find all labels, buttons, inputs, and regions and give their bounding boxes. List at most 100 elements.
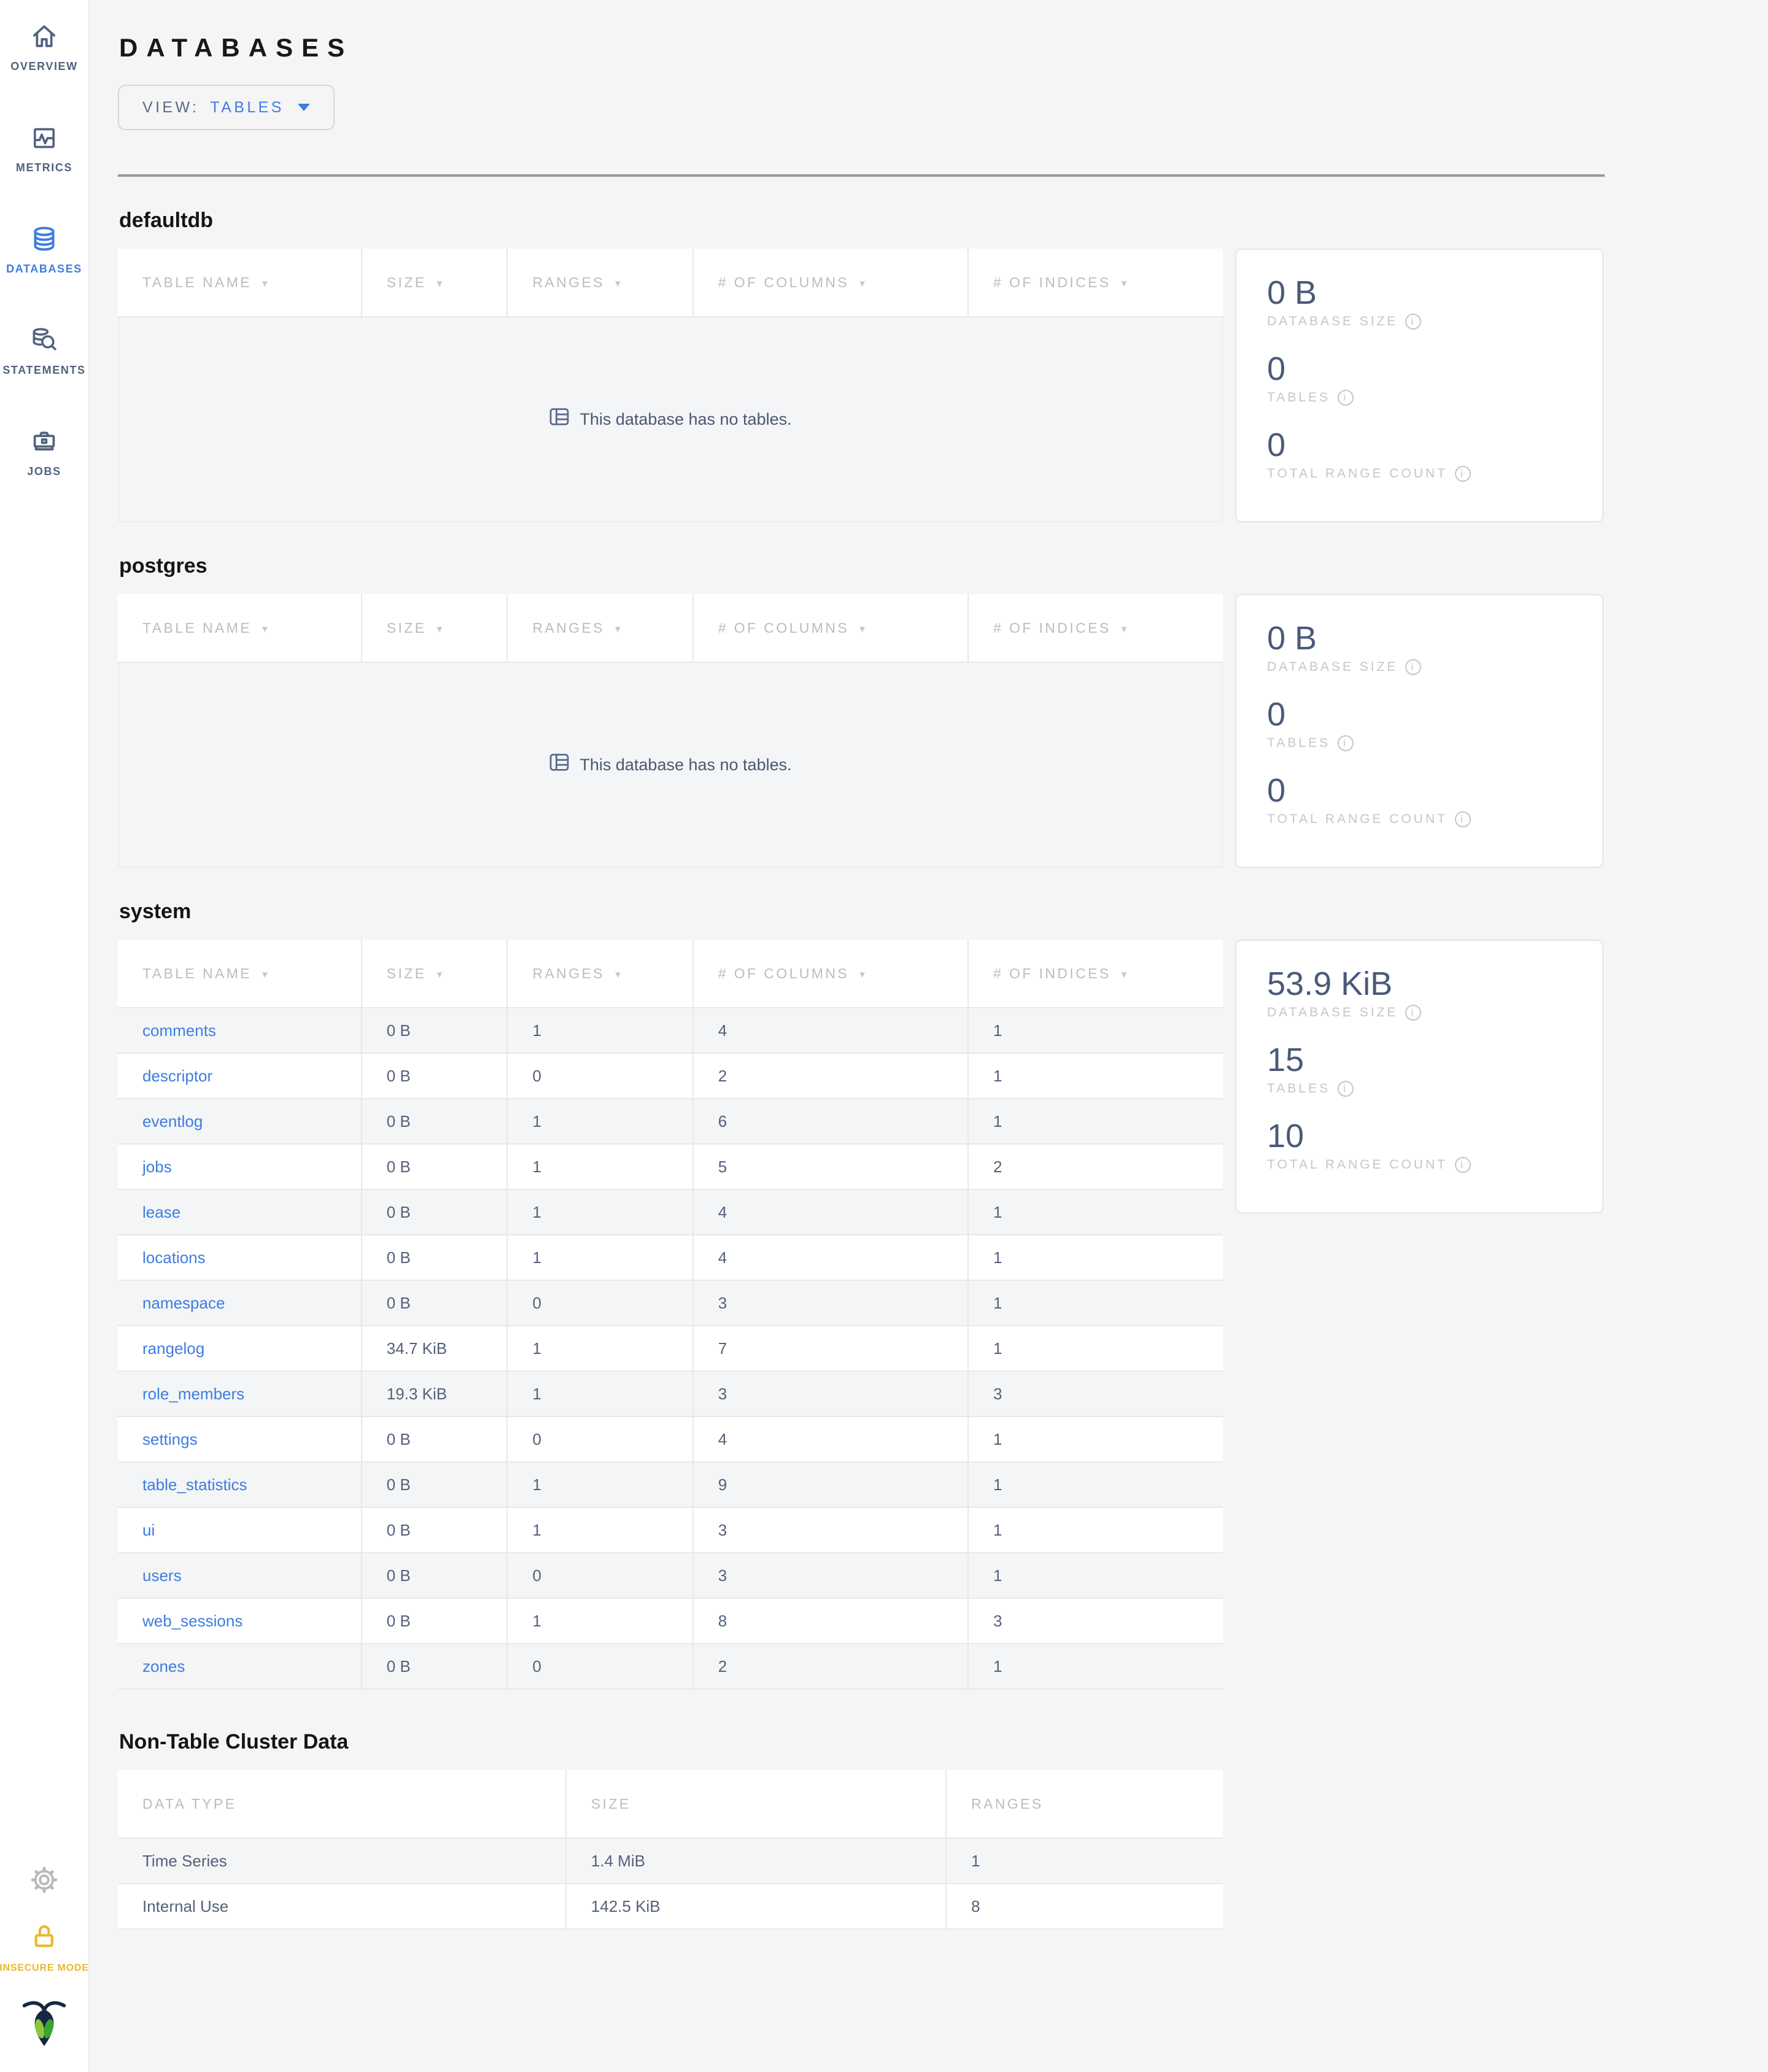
stat-block: 0 B DATABASE SIZE i bbox=[1267, 620, 1602, 675]
column-header-table-name[interactable]: TABLE NAME ▼ bbox=[118, 594, 362, 662]
data-type-cell: Time Series bbox=[118, 1839, 567, 1883]
table-cell: 8 bbox=[971, 1896, 980, 1915]
column-header-label: SIZE bbox=[386, 274, 427, 290]
table-name-link[interactable]: descriptor bbox=[118, 1054, 362, 1098]
view-dropdown-value: TABLES bbox=[210, 98, 284, 116]
table-cell: 3 bbox=[993, 1384, 1002, 1403]
stat-label: TOTAL RANGE COUNT i bbox=[1267, 466, 1602, 482]
database-table: TABLE NAME ▼ SIZE ▼ RANGES ▼ # OF COLUMNS ▼ # OF… bbox=[118, 940, 1223, 1690]
info-icon[interactable]: i bbox=[1337, 1081, 1354, 1097]
column-header-label: RANGES bbox=[971, 1795, 1044, 1812]
table-cell: 1 bbox=[993, 1566, 1002, 1585]
sidebar: OVERVIEW METRICS DATABASES STATEMENTS JO… bbox=[0, 0, 90, 2072]
sidebar-item-jobs[interactable]: JOBS bbox=[27, 425, 61, 478]
info-icon[interactable]: i bbox=[1454, 811, 1471, 827]
table-name-link[interactable]: locations bbox=[118, 1235, 362, 1280]
column-header-label: SIZE bbox=[386, 965, 427, 981]
column-header--of-columns[interactable]: # OF COLUMNS ▼ bbox=[694, 249, 969, 316]
sidebar-item-metrics[interactable]: METRICS bbox=[16, 121, 72, 174]
table-name-link[interactable]: eventlog bbox=[118, 1099, 362, 1143]
non-table-cluster-data-section: Non-Table Cluster Data DATA TYPE SIZE RANG… bbox=[118, 1730, 1603, 1930]
table-name-link[interactable]: web_sessions bbox=[118, 1599, 362, 1643]
column-header-ranges[interactable]: RANGES ▼ bbox=[508, 249, 694, 316]
stat-label-text: TABLES bbox=[1267, 390, 1330, 404]
settings-gear-icon[interactable] bbox=[30, 1866, 58, 1899]
table-name-link[interactable]: ui bbox=[118, 1508, 362, 1552]
table-row: namespace 0 B03 1 bbox=[118, 1281, 1223, 1326]
sort-arrow-icon: ▼ bbox=[1119, 969, 1131, 980]
table-cell: 3 bbox=[993, 1611, 1002, 1630]
table-name-link[interactable]: zones bbox=[118, 1644, 362, 1688]
table-grid-icon bbox=[549, 406, 570, 432]
table-body: comments 0 B 1 4 1 descriptor 0 B 0 2 1 eventlog 0 … bbox=[118, 1008, 1223, 1690]
column-header-table-name[interactable]: TABLE NAME ▼ bbox=[118, 940, 362, 1007]
info-icon[interactable]: i bbox=[1405, 314, 1422, 330]
table-cell: 1 bbox=[993, 1520, 1002, 1539]
table-name-link[interactable]: lease bbox=[118, 1190, 362, 1234]
column-header-ranges[interactable]: RANGES ▼ bbox=[508, 940, 694, 1007]
info-icon[interactable]: i bbox=[1337, 735, 1354, 751]
table-row: zones 0 B02 1 bbox=[118, 1644, 1223, 1690]
table-cell: 0 B bbox=[362, 1644, 508, 1688]
column-header--of-columns[interactable]: # OF COLUMNS ▼ bbox=[694, 940, 969, 1007]
table-row: locations 0 B141 bbox=[118, 1235, 1223, 1281]
column-header-size[interactable]: SIZE ▼ bbox=[362, 594, 508, 662]
sort-arrow-icon: ▼ bbox=[435, 969, 446, 980]
view-dropdown[interactable]: VIEW: TABLES bbox=[118, 85, 335, 130]
column-header--of-indices[interactable]: # OF INDICES ▼ bbox=[969, 940, 1223, 1007]
table-cell: 1 bbox=[993, 1656, 1002, 1676]
column-header--of-indices[interactable]: # OF INDICES ▼ bbox=[969, 594, 1223, 662]
table-cell: 0 B bbox=[362, 1145, 508, 1189]
table-name-link[interactable]: jobs bbox=[118, 1145, 362, 1189]
stat-label: DATABASE SIZE i bbox=[1267, 314, 1602, 330]
stat-label-text: DATABASE SIZE bbox=[1267, 1005, 1398, 1019]
column-header-label: RANGES bbox=[532, 274, 605, 290]
column-header-ranges[interactable]: RANGES ▼ bbox=[508, 594, 694, 662]
info-icon[interactable]: i bbox=[1454, 466, 1471, 482]
stat-label: TABLES i bbox=[1267, 390, 1602, 406]
table-cell: 6 bbox=[694, 1099, 969, 1143]
table-cell: 1 bbox=[971, 1851, 980, 1870]
insecure-mode-badge[interactable]: INSECURE MODE bbox=[0, 1921, 89, 1974]
home-icon bbox=[29, 20, 60, 52]
column-header-table-name[interactable]: TABLE NAME ▼ bbox=[118, 249, 362, 316]
info-icon[interactable]: i bbox=[1405, 659, 1422, 675]
sidebar-item-databases[interactable]: DATABASES bbox=[6, 222, 82, 276]
column-header-data-type[interactable]: DATA TYPE bbox=[118, 1770, 567, 1838]
sidebar-item-overview[interactable]: OVERVIEW bbox=[10, 20, 78, 73]
column-header-label: DATA TYPE bbox=[142, 1795, 237, 1812]
column-header-ranges[interactable]: RANGES bbox=[947, 1770, 1223, 1838]
table-cell: 3 bbox=[694, 1372, 969, 1416]
table-name-link[interactable]: rangelog bbox=[118, 1326, 362, 1370]
table-cell: 4 bbox=[694, 1008, 969, 1053]
table-cell: 4 bbox=[694, 1235, 969, 1280]
table-row: ui 0 B131 bbox=[118, 1508, 1223, 1553]
table-name-link[interactable]: settings bbox=[118, 1417, 362, 1461]
empty-table-body: This database has no tables. bbox=[118, 663, 1223, 868]
column-header-label: TABLE NAME bbox=[142, 619, 252, 636]
column-header--of-columns[interactable]: # OF COLUMNS ▼ bbox=[694, 594, 969, 662]
column-header-size[interactable]: SIZE bbox=[567, 1770, 947, 1838]
table-name-link[interactable]: role_members bbox=[118, 1372, 362, 1416]
info-icon[interactable]: i bbox=[1405, 1005, 1422, 1021]
table-cell: 1 bbox=[993, 1248, 1002, 1267]
table-cell: 2 bbox=[694, 1644, 969, 1688]
info-icon[interactable]: i bbox=[1337, 390, 1354, 406]
column-header-size[interactable]: SIZE ▼ bbox=[362, 940, 508, 1007]
table-cell: 0 bbox=[508, 1644, 694, 1688]
database-sections: defaultdb TABLE NAME ▼ SIZE ▼ RANGES ▼ # OF COL… bbox=[118, 209, 1768, 1690]
table-cell: 5 bbox=[694, 1145, 969, 1189]
table-cell: 0 bbox=[508, 1553, 694, 1598]
table-cell: 3 bbox=[694, 1553, 969, 1598]
column-header--of-indices[interactable]: # OF INDICES ▼ bbox=[969, 249, 1223, 316]
table-name-link[interactable]: table_statistics bbox=[118, 1463, 362, 1507]
stat-label-text: TOTAL RANGE COUNT bbox=[1267, 812, 1448, 826]
sidebar-item-statements[interactable]: STATEMENTS bbox=[2, 323, 85, 377]
table-cell: 1 bbox=[993, 1429, 1002, 1448]
table-name-link[interactable]: comments bbox=[118, 1008, 362, 1053]
column-header-size[interactable]: SIZE ▼ bbox=[362, 249, 508, 316]
table-cell: 9 bbox=[694, 1463, 969, 1507]
table-name-link[interactable]: users bbox=[118, 1553, 362, 1598]
table-name-link[interactable]: namespace bbox=[118, 1281, 362, 1325]
info-icon[interactable]: i bbox=[1454, 1157, 1471, 1173]
